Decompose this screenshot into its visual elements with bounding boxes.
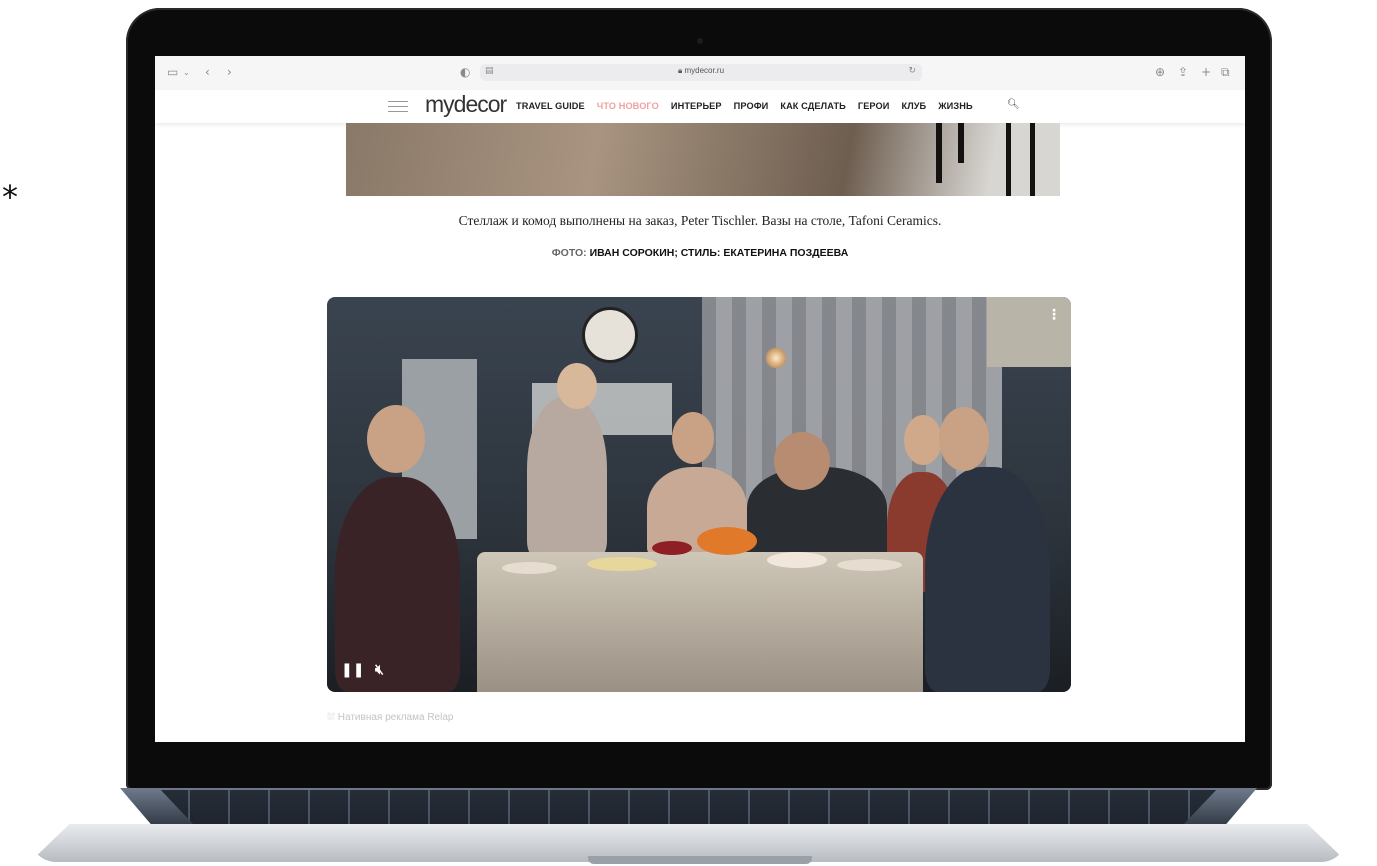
dish-red <box>652 541 692 555</box>
menu-item-travel-guide[interactable]: TRAVEL GUIDE <box>516 101 585 111</box>
keyboard <box>160 790 1217 824</box>
menu-icon[interactable] <box>388 97 408 112</box>
pause-icon[interactable]: ❚❚ <box>341 662 364 678</box>
mute-icon[interactable]: 🔇︎ <box>375 662 384 678</box>
plate <box>502 562 557 574</box>
person-head <box>672 412 714 464</box>
reload-icon[interactable]: ↻ <box>908 66 916 76</box>
person-woman-standing <box>527 397 607 557</box>
wall-clock <box>582 307 638 363</box>
menu-item-club[interactable]: КЛУБ <box>901 101 926 111</box>
person-head <box>557 363 597 409</box>
person-head <box>939 407 989 471</box>
main-menu: TRAVEL GUIDE ЧТО НОВОГО ИНТЕРЬЕР ПРОФИ К… <box>516 101 985 111</box>
camera <box>697 38 703 44</box>
share-icon[interactable]: ⇪ <box>1178 65 1188 79</box>
person-head <box>367 405 425 473</box>
browser-toolbar: ▭ ⌄ ‹ › ◐ ▤ 🔒︎ mydecor.ru ↻ ⊕ ⇪ + ⧉ <box>155 56 1245 91</box>
shield-icon[interactable]: ◐ <box>460 65 470 79</box>
chevron-down-icon[interactable]: ⌄ <box>183 68 190 77</box>
tabs-icon[interactable]: ⧉ <box>1221 65 1230 80</box>
plate <box>767 552 827 568</box>
decor-asterisk: * <box>2 178 18 216</box>
url-text: mydecor.ru <box>684 66 725 75</box>
ad-note-text: Нативная реклама Relap <box>337 712 454 723</box>
ad-label[interactable]: ⛆ Нативная реклама Relap <box>327 712 453 723</box>
lid-notch <box>588 856 812 864</box>
more-options-icon[interactable]: ⋮ <box>1047 307 1061 323</box>
chair-leg <box>1006 123 1011 196</box>
credit-names: ИВАН СОРОКИН; СТИЛЬ: ЕКАТЕРИНА ПОЗДЕЕВА <box>589 247 849 259</box>
back-icon[interactable]: ‹ <box>205 65 210 79</box>
new-tab-icon[interactable]: + <box>1201 65 1211 79</box>
person-head <box>774 432 830 490</box>
person-head <box>904 415 942 465</box>
photo-caption: Стеллаж и комод выполнены на заказ, Pete… <box>458 213 942 228</box>
article-photo <box>346 123 1060 196</box>
menu-item-whats-new[interactable]: ЧТО НОВОГО <box>597 101 659 111</box>
menu-item-life[interactable]: ЖИЗНЬ <box>938 101 972 111</box>
menu-item-pro[interactable]: ПРОФИ <box>734 101 769 111</box>
chair-leg <box>936 123 942 183</box>
credit-label: ФОТО: <box>551 247 587 259</box>
menu-item-how-to[interactable]: КАК СДЕЛАТЬ <box>780 101 846 111</box>
photo-credit: ФОТО: ИВАН СОРОКИН; СТИЛЬ: ЕКАТЕРИНА ПОЗ… <box>155 247 1245 259</box>
video-player[interactable]: ❚❚ 🔇︎ ⋮ <box>327 297 1071 692</box>
download-icon[interactable]: ⊕ <box>1155 65 1165 79</box>
site-logo[interactable]: mydecor <box>425 91 507 118</box>
forward-icon[interactable]: › <box>227 65 232 79</box>
plate <box>587 557 657 571</box>
fruit-bowl <box>697 527 757 555</box>
person-young-man <box>925 467 1050 692</box>
plate <box>837 559 902 571</box>
screen: ▭ ⌄ ‹ › ◐ ▤ 🔒︎ mydecor.ru ↻ ⊕ ⇪ + ⧉ myde… <box>155 56 1245 742</box>
chair-leg <box>1030 123 1035 196</box>
site-header: mydecor TRAVEL GUIDE ЧТО НОВОГО ИНТЕРЬЕР… <box>155 90 1245 123</box>
menu-item-interior[interactable]: ИНТЕРЬЕР <box>671 101 722 111</box>
sidebar-icon[interactable]: ▭ <box>167 65 178 79</box>
ad-icon: ⛆ <box>327 712 338 723</box>
person-man-left <box>335 477 460 692</box>
lamp <box>765 347 787 369</box>
search-icon[interactable]: 🔍︎ <box>1007 99 1020 110</box>
address-bar[interactable]: ▤ 🔒︎ mydecor.ru ↻ <box>480 64 922 81</box>
chair-leg <box>958 123 964 163</box>
menu-item-heroes[interactable]: ГЕРОИ <box>858 101 890 111</box>
